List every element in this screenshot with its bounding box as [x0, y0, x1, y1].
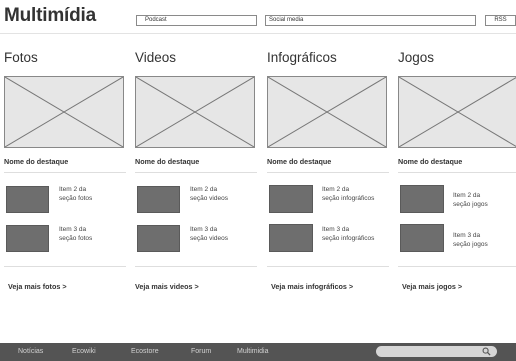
featured-image-placeholder[interactable]: [135, 76, 255, 148]
see-more-link[interactable]: Veja mais videos >: [135, 282, 199, 291]
footer-link-ecostore[interactable]: Ecostore: [131, 348, 159, 355]
placeholder-cross-icon: [399, 77, 516, 147]
item-caption-line: seção videos: [190, 194, 228, 202]
page-title: Multimídia: [4, 5, 96, 26]
divider: [4, 172, 126, 173]
search-icon[interactable]: [482, 347, 491, 356]
featured-name[interactable]: Nome do destaque: [135, 157, 199, 166]
featured-image-placeholder[interactable]: [398, 76, 516, 148]
item-thumbnail[interactable]: [400, 224, 444, 252]
item-thumbnail[interactable]: [269, 185, 313, 213]
item-caption[interactable]: Item 3 da seção fotos: [59, 226, 129, 243]
section-title: Fotos: [4, 50, 38, 65]
see-more-link[interactable]: Veja mais infográficos >: [271, 282, 353, 291]
section-title: Videos: [135, 50, 177, 65]
divider: [135, 266, 257, 267]
item-caption-line: seção infográficos: [322, 194, 375, 202]
item-caption-line: Item 3 da: [453, 232, 481, 239]
placeholder-cross-icon: [268, 77, 386, 147]
see-more-link[interactable]: Veja mais jogos >: [402, 282, 462, 291]
footer-link-multimidia[interactable]: Multimidia: [237, 348, 269, 355]
item-caption[interactable]: Item 3 da seção infográficos: [322, 226, 392, 243]
featured-name[interactable]: Nome do destaque: [4, 157, 68, 166]
item-caption-line: Item 2 da: [453, 192, 481, 199]
divider: [267, 266, 389, 267]
item-caption-line: seção videos: [190, 234, 228, 242]
item-caption-line: seção jogos: [453, 240, 488, 248]
podcast-link[interactable]: Podcast: [136, 15, 257, 26]
item-caption-line: seção jogos: [453, 200, 488, 208]
footer-link-noticias[interactable]: Notícias: [18, 348, 43, 355]
item-thumbnail[interactable]: [400, 185, 444, 213]
item-caption-line: Item 3 da: [59, 226, 87, 233]
divider: [267, 172, 389, 173]
item-caption-line: Item 2 da: [59, 186, 87, 193]
divider: [398, 266, 516, 267]
header-divider: [0, 33, 516, 34]
featured-name[interactable]: Nome do destaque: [267, 157, 331, 166]
item-caption-line: seção infográficos: [322, 234, 375, 242]
item-caption-line: Item 2 da: [322, 186, 350, 193]
divider: [135, 172, 257, 173]
footer-nav: Notícias Ecowiki Ecostore Forum Multimid…: [0, 343, 516, 361]
item-thumbnail[interactable]: [137, 186, 180, 213]
item-thumbnail[interactable]: [269, 224, 313, 252]
featured-image-placeholder[interactable]: [4, 76, 124, 148]
item-caption[interactable]: Item 3 da seção jogos: [453, 232, 516, 249]
placeholder-cross-icon: [136, 77, 254, 147]
item-caption-line: Item 2 da: [190, 186, 218, 193]
item-thumbnail[interactable]: [6, 186, 49, 213]
featured-name[interactable]: Nome do destaque: [398, 157, 462, 166]
item-thumbnail[interactable]: [6, 225, 49, 252]
item-caption-line: seção fotos: [59, 234, 93, 242]
item-caption-line: Item 3 da: [322, 226, 350, 233]
divider: [398, 172, 516, 173]
section-title: Infográficos: [267, 50, 337, 65]
featured-image-placeholder[interactable]: [267, 76, 387, 148]
item-caption[interactable]: Item 3 da seção videos: [190, 226, 260, 243]
item-caption[interactable]: Item 2 da seção jogos: [453, 192, 516, 209]
placeholder-cross-icon: [5, 77, 123, 147]
item-caption-line: seção fotos: [59, 194, 93, 202]
footer-link-ecowiki[interactable]: Ecowiki: [72, 348, 96, 355]
section-title: Jogos: [398, 50, 435, 65]
social-media-link[interactable]: Social media: [265, 15, 476, 26]
see-more-link[interactable]: Veja mais fotos >: [8, 282, 67, 291]
divider: [4, 266, 126, 267]
item-caption[interactable]: Item 2 da seção infográficos: [322, 186, 392, 203]
footer-link-forum[interactable]: Forum: [191, 348, 211, 355]
item-thumbnail[interactable]: [137, 225, 180, 252]
rss-button[interactable]: RSS: [485, 15, 516, 26]
item-caption[interactable]: Item 2 da seção videos: [190, 186, 260, 203]
item-caption[interactable]: Item 2 da seção fotos: [59, 186, 129, 203]
item-caption-line: Item 3 da: [190, 226, 218, 233]
footer-search-input[interactable]: [376, 346, 497, 357]
